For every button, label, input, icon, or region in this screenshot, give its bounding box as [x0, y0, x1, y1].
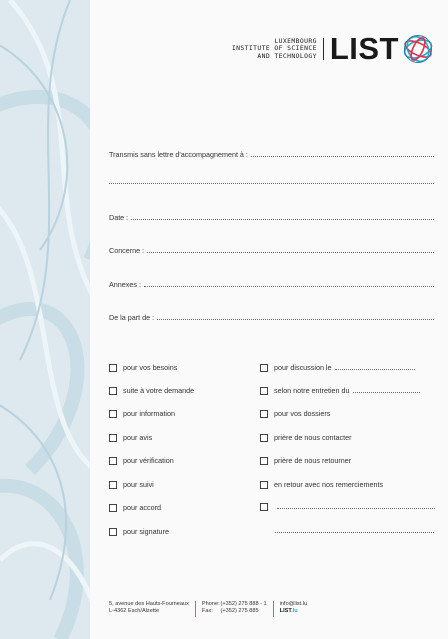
checkbox-square[interactable]: [109, 363, 117, 372]
checkbox-suite-a-votre-demande[interactable]: suite à votre demande: [109, 386, 194, 395]
checkbox-pour-verification[interactable]: pour vérification: [109, 456, 174, 465]
checkbox-label: pour discussion le: [274, 363, 332, 372]
checkbox-square[interactable]: [109, 386, 117, 395]
checkbox-square[interactable]: [260, 503, 268, 511]
de-la-part-label: De la part de :: [109, 313, 155, 322]
fill-line[interactable]: [109, 182, 434, 184]
brand-name: LIST: [279, 608, 292, 615]
checkbox-priere-de-nous-contacter[interactable]: prière de nous contacter: [260, 433, 352, 442]
transmis-continuation-field[interactable]: [109, 182, 434, 186]
fill-line[interactable]: [157, 318, 434, 320]
checkbox-pour-vos-besoins[interactable]: pour vos besoins: [109, 363, 177, 372]
footer-divider: [194, 601, 196, 617]
other-continuation-line[interactable]: [275, 531, 434, 533]
checkbox-square[interactable]: [260, 363, 268, 372]
email-link[interactable]: info@list.lu: [280, 601, 307, 608]
decorative-swirl-graphic: [0, 0, 90, 639]
checkbox-label: pour accord: [123, 503, 161, 512]
checkbox-label: prière de nous contacter: [274, 433, 352, 442]
checkbox-square[interactable]: [260, 480, 268, 489]
concerne-field[interactable]: Concerne :: [109, 246, 434, 255]
checkbox-pour-avis[interactable]: pour avis: [109, 433, 152, 442]
checkbox-label: pour information: [123, 409, 175, 418]
checkbox-square[interactable]: [109, 480, 117, 489]
checkbox-square[interactable]: [260, 433, 268, 442]
institute-name: LUXEMBOURG INSTITUTE OF SCIENCE AND TECH…: [232, 37, 324, 61]
footer-divider: [272, 601, 274, 617]
checkbox-square[interactable]: [109, 527, 117, 536]
checkbox-en-retour-avec-nos-remerciements[interactable]: en retour avec nos remerciements: [260, 480, 383, 489]
fill-line[interactable]: [352, 391, 420, 393]
checkbox-selon-notre-entretien-du[interactable]: selon notre entretien du: [260, 386, 420, 395]
address-line: 5, avenue des Hauts-Fourneaux: [109, 601, 189, 607]
checkbox-label: pour vos besoins: [123, 363, 178, 372]
fill-line[interactable]: [250, 155, 434, 157]
checkbox-label: pour signature: [123, 527, 169, 536]
letterhead: LUXEMBOURG INSTITUTE OF SCIENCE AND TECH…: [232, 33, 434, 65]
checkbox-label: selon notre entretien du: [274, 386, 350, 395]
checkbox-label: pour vérification: [123, 456, 174, 465]
checkbox-square[interactable]: [109, 433, 117, 442]
checkbox-pour-discussion-le[interactable]: pour discussion le: [260, 363, 415, 372]
decorative-band: [0, 0, 90, 639]
fax-number: (+352) 275 885: [220, 608, 259, 615]
date-field[interactable]: Date :: [109, 213, 434, 222]
fill-line[interactable]: [131, 218, 434, 220]
list-sphere-logo-icon: [403, 35, 433, 63]
checkbox-label: en retour avec nos remerciements: [274, 480, 384, 489]
checkbox-label: prière de nous retourner: [274, 456, 352, 465]
transmis-label: Transmis sans lettre d'accompagnement à …: [109, 150, 248, 159]
checkbox-pour-vos-dossiers[interactable]: pour vos dossiers: [260, 409, 330, 418]
checkbox-square[interactable]: [260, 456, 268, 465]
checkbox-label: pour suivi: [123, 480, 154, 489]
annexes-field[interactable]: Annexes :: [109, 280, 434, 289]
concerne-label: Concerne :: [109, 246, 145, 255]
fill-line[interactable]: [334, 368, 415, 370]
checkbox-priere-de-nous-retourner[interactable]: prière de nous retourner: [260, 456, 351, 465]
institute-line: AND TECHNOLOGY: [257, 51, 317, 60]
checkbox-square[interactable]: [109, 409, 117, 418]
phone-label: Phone:: [201, 601, 220, 607]
checkbox-pour-suivi[interactable]: pour suivi: [109, 480, 154, 489]
checkbox-label: suite à votre demande: [123, 386, 195, 395]
checkbox-label: pour avis: [123, 433, 153, 442]
phone-number[interactable]: (+352) 275 888 - 1: [220, 601, 266, 607]
fill-line[interactable]: [277, 507, 435, 509]
brand-tld: .lu: [291, 608, 298, 615]
footer-address: 5, avenue des Hauts-Fourneaux L-4362 Esc…: [109, 601, 189, 617]
footer-web: info@list.lu LIST.lu: [280, 601, 307, 617]
checkbox-pour-accord[interactable]: pour accord: [109, 503, 161, 512]
checkbox-other[interactable]: [260, 503, 435, 511]
de-la-part-field[interactable]: De la part de :: [109, 313, 434, 322]
checkbox-square[interactable]: [260, 409, 268, 418]
date-label: Date :: [109, 213, 129, 222]
checkbox-label: pour vos dossiers: [274, 409, 331, 418]
document-page: LUXEMBOURG INSTITUTE OF SCIENCE AND TECH…: [0, 0, 448, 639]
fill-line[interactable]: [143, 285, 434, 287]
checkbox-pour-signature[interactable]: pour signature: [109, 527, 169, 536]
fill-line[interactable]: [147, 251, 434, 253]
checkbox-square[interactable]: [109, 503, 117, 512]
fax-label: Fax:: [201, 608, 213, 615]
checkbox-pour-information[interactable]: pour information: [109, 409, 175, 418]
logo-wordmark: LIST: [329, 31, 399, 66]
transmis-field[interactable]: Transmis sans lettre d'accompagnement à …: [109, 150, 434, 159]
address-line: L-4362 Esch/Alzette: [109, 608, 160, 615]
checkbox-square[interactable]: [260, 386, 268, 395]
website-link[interactable]: LIST.lu: [280, 608, 307, 615]
annexes-label: Annexes :: [109, 280, 141, 289]
checkbox-square[interactable]: [109, 456, 117, 465]
footer-contact: Phone: (+352) 275 888 - 1 Fax: (+352) 27…: [202, 601, 267, 617]
footer: 5, avenue des Hauts-Fourneaux L-4362 Esc…: [109, 601, 307, 617]
